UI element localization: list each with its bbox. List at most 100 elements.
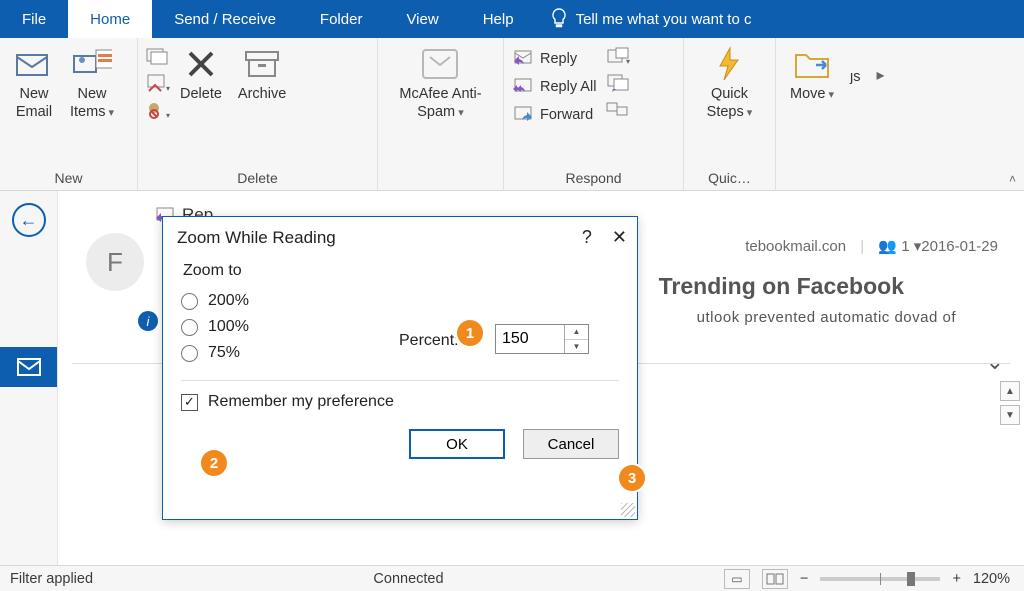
reply-label: Reply [540,51,577,67]
scroll-down-icon[interactable]: ▼ [1000,405,1020,425]
radio-75-label: 75% [208,344,240,362]
remember-label: Remember my preference [208,393,394,411]
archive-icon [242,46,282,82]
group-mcafee: McAfee Anti- Spam [378,38,504,190]
back-button[interactable]: ← [12,203,46,237]
collapse-ribbon-icon[interactable]: ˄ [1009,172,1016,186]
quick-steps-button[interactable]: Quick Steps [701,44,759,123]
mcafee-button[interactable]: McAfee Anti- Spam [393,44,487,123]
move-label: Move [790,85,834,103]
meta-text: 1 ▾2016-01-29 [901,238,998,255]
scroll-up-icon[interactable]: ▲ [1000,381,1020,401]
percent-spinner[interactable]: ▲▼ [495,324,589,354]
percent-label: Percent: [399,332,459,350]
spin-up-icon[interactable]: ▲ [565,325,588,340]
forward-button[interactable]: Forward [512,102,596,128]
callout-3: 3 [619,465,645,491]
group-new: New Email New Items New [0,38,138,190]
dialog-separator [181,380,619,381]
im-icon[interactable]: ▾ [606,73,630,95]
reply-button[interactable]: Reply [512,46,596,72]
mail-module-button[interactable] [0,347,57,387]
tab-view[interactable]: View [384,0,460,38]
overflow-icon[interactable]: ▸ [877,65,885,85]
new-email-icon [14,46,54,82]
ribbon-tabs: File Home Send / Receive Folder View Hel… [0,0,1024,38]
zoom-to-label: Zoom to [183,262,619,280]
from-tail: tebookmail.con [745,238,846,255]
status-bar: Filter applied Connected ▭ − + 120% [0,565,1024,591]
back-arrow-icon: ← [20,210,38,231]
resize-grip-icon[interactable] [621,503,635,517]
spinner-buttons[interactable]: ▲▼ [564,325,588,353]
js-label: ȷs [850,68,860,86]
tab-file[interactable]: File [0,0,68,38]
zoom-minus-icon[interactable]: − [800,571,808,587]
quick-steps-icon [709,46,749,82]
new-email-button[interactable]: New Email [8,44,60,123]
cancel-button[interactable]: Cancel [523,429,619,459]
radio-100-label: 100% [208,318,249,336]
ok-button[interactable]: OK [409,429,505,459]
expand-header-icon[interactable]: ⌄ [986,349,1004,375]
radio-icon [181,319,198,336]
mcafee-icon [420,46,460,82]
group-move-label [776,184,926,190]
status-filter: Filter applied [0,571,93,587]
meeting-icon[interactable]: ▾ [606,46,630,68]
svg-text:▾: ▾ [166,111,170,120]
spin-down-icon[interactable]: ▼ [565,340,588,354]
view-reading-icon[interactable] [762,569,788,589]
message-subject: Trending on Facebook [659,273,904,300]
tab-folder[interactable]: Folder [298,0,385,38]
percent-input[interactable] [496,325,564,353]
ignore-icon[interactable] [146,46,170,68]
reply-all-button[interactable]: Reply All [512,74,596,100]
new-items-label: New Items [70,85,114,121]
radio-icon [181,345,198,362]
group-mcafee-label [378,184,503,190]
callout-1: 1 [457,320,483,346]
new-email-label: New Email [16,85,52,121]
new-items-button[interactable]: New Items [64,44,120,123]
people-icon: 👥 [878,238,897,255]
dialog-close-icon[interactable]: ✕ [612,227,627,248]
js-button[interactable]: ȷs [844,44,866,88]
message-scroll: ▲ ▼ [1000,381,1020,425]
zoom-plus-icon[interactable]: + [952,571,960,587]
remember-checkbox[interactable]: ✓ Remember my preference [181,393,619,411]
delete-mini-stack: ▾ ▾ [146,44,170,122]
cleanup-icon[interactable]: ▾ [146,73,170,95]
group-new-label: New [0,168,137,190]
reply-icon [512,49,534,69]
blocked-content-text: utlook prevented automatic dovad of [697,309,956,326]
status-connected: Connected [373,571,443,587]
tab-home[interactable]: Home [68,0,152,38]
radio-200-label: 200% [208,292,249,310]
view-normal-icon[interactable]: ▭ [724,569,750,589]
respond-mini-stack: ▾ ▾ ▾ [606,44,630,122]
group-delete: ▾ ▾ Delete Archive Delete [138,38,378,190]
archive-button[interactable]: Archive [232,44,292,105]
info-icon: i [138,311,158,331]
group-respond-label: Respond [504,168,683,190]
dialog-help-icon[interactable]: ? [582,227,592,248]
move-button[interactable]: Move [784,44,840,105]
reply-all-label: Reply All [540,79,596,95]
callout-2: 2 [201,450,227,476]
delete-button[interactable]: Delete [174,44,228,105]
ribbon: New Email New Items New ▾ ▾ Delete [0,38,1024,191]
message-meta: tebookmail.con | 👥 1 ▾2016-01-29 [745,237,998,255]
radio-200[interactable]: 200% [181,292,619,310]
dialog-title: Zoom While Reading [177,228,336,248]
sender-avatar: F [86,233,144,291]
group-delete-label: Delete [138,168,377,190]
zoom-slider[interactable] [820,577,940,581]
new-items-icon [72,46,112,82]
tab-send-receive[interactable]: Send / Receive [152,0,298,38]
tab-help[interactable]: Help [461,0,536,38]
delete-label: Delete [180,85,222,103]
junk-icon[interactable]: ▾ [146,100,170,122]
more-respond-icon[interactable]: ▾ [606,100,630,122]
tell-me[interactable]: Tell me what you want to c [550,0,752,38]
